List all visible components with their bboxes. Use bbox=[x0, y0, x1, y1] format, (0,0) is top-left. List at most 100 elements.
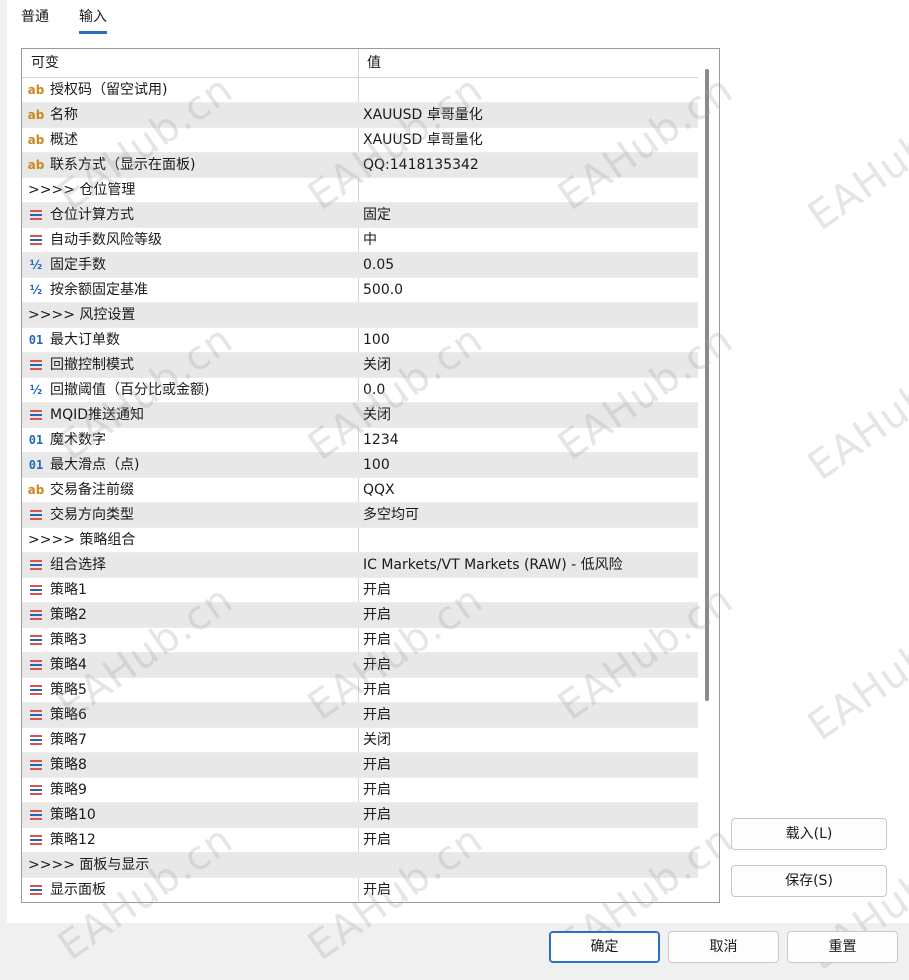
reset-button[interactable]: 重置 bbox=[787, 931, 898, 963]
grid-header: 可变 值 bbox=[22, 49, 698, 78]
parameter-row[interactable]: 策略10 开启 bbox=[22, 803, 698, 828]
parameter-row[interactable]: ½ 固定手数 0.05 bbox=[22, 253, 698, 278]
section-header-row[interactable]: >>>> 仓位管理 bbox=[22, 178, 698, 203]
save-button[interactable]: 保存(S) bbox=[731, 865, 887, 897]
integer-type-icon: 01 bbox=[28, 433, 44, 447]
parameter-value[interactable]: 开启 bbox=[363, 603, 391, 627]
parameter-row[interactable]: 策略2 开启 bbox=[22, 603, 698, 628]
parameter-row[interactable]: 01 最大滑点（点) 100 bbox=[22, 453, 698, 478]
parameter-value[interactable]: 0.05 bbox=[363, 253, 394, 277]
parameter-value[interactable]: QQ:1418135342 bbox=[363, 153, 479, 177]
parameter-row[interactable]: 策略9 开启 bbox=[22, 778, 698, 803]
parameter-row[interactable]: 组合选择 IC Markets/VT Markets (RAW) - 低风险 bbox=[22, 553, 698, 578]
parameter-name: 交易方向类型 bbox=[50, 507, 134, 523]
enum-type-icon bbox=[27, 782, 45, 798]
enum-type-icon bbox=[27, 407, 45, 423]
parameter-row[interactable]: 交易方向类型 多空均可 bbox=[22, 503, 698, 528]
parameter-row[interactable]: 01 魔术数字 1234 bbox=[22, 428, 698, 453]
column-header-value[interactable]: 值 bbox=[367, 49, 381, 77]
parameter-row[interactable]: ab 授权码（留空试用) bbox=[22, 78, 698, 103]
vertical-scrollbar[interactable] bbox=[705, 69, 709, 701]
parameter-name: 策略8 bbox=[50, 757, 87, 773]
parameter-value[interactable]: XAUUSD 卓哥量化 bbox=[363, 128, 483, 152]
parameter-row[interactable]: 01 最大订单数 100 bbox=[22, 328, 698, 353]
parameter-value[interactable]: 0.0 bbox=[363, 378, 385, 402]
parameter-name: 联系方式（显示在面板) bbox=[50, 157, 196, 173]
parameter-value[interactable]: 开启 bbox=[363, 703, 391, 727]
parameter-value[interactable]: 开启 bbox=[363, 878, 391, 902]
parameter-value[interactable]: 1234 bbox=[363, 428, 399, 452]
enum-type-icon bbox=[27, 807, 45, 823]
parameter-value[interactable]: QQX bbox=[363, 478, 395, 502]
parameter-row[interactable]: 策略12 开启 bbox=[22, 828, 698, 853]
parameter-value[interactable]: 开启 bbox=[363, 628, 391, 652]
ok-button[interactable]: 确定 bbox=[549, 931, 660, 963]
parameter-name: 自动手数风险等级 bbox=[50, 232, 162, 248]
parameter-value[interactable]: 关闭 bbox=[363, 403, 391, 427]
parameter-row[interactable]: ab 联系方式（显示在面板) QQ:1418135342 bbox=[22, 153, 698, 178]
grid-rows: ab 授权码（留空试用) ab 名称 XAUUSD 卓哥量化 ab 概述 XAUUSD 卓哥量… bbox=[22, 78, 698, 902]
parameter-value[interactable]: 100 bbox=[363, 328, 390, 352]
parameter-value[interactable]: 开启 bbox=[363, 753, 391, 777]
parameter-row[interactable]: 策略7 关闭 bbox=[22, 728, 698, 753]
tab-general[interactable]: 普通 bbox=[21, 6, 49, 34]
parameter-row[interactable]: ½ 按余额固定基准 500.0 bbox=[22, 278, 698, 303]
parameter-name: 交易备注前缀 bbox=[50, 482, 134, 498]
parameter-row[interactable]: 策略8 开启 bbox=[22, 753, 698, 778]
enum-type-icon bbox=[27, 232, 45, 248]
parameter-value[interactable]: 固定 bbox=[363, 203, 391, 227]
parameter-row[interactable]: MQID推送通知 关闭 bbox=[22, 403, 698, 428]
parameter-row[interactable]: 显示面板 开启 bbox=[22, 878, 698, 902]
integer-type-icon: 01 bbox=[28, 458, 44, 472]
parameter-row[interactable]: 策略1 开启 bbox=[22, 578, 698, 603]
enum-type-icon bbox=[27, 357, 45, 373]
parameter-value[interactable]: IC Markets/VT Markets (RAW) - 低风险 bbox=[363, 553, 623, 577]
parameter-value[interactable]: 多空均可 bbox=[363, 503, 419, 527]
parameter-value[interactable]: 开启 bbox=[363, 653, 391, 677]
column-header-variable[interactable]: 可变 bbox=[31, 49, 59, 77]
string-type-icon: ab bbox=[27, 108, 45, 122]
parameter-value[interactable]: 中 bbox=[363, 228, 377, 252]
parameter-name: 策略9 bbox=[50, 782, 87, 798]
parameter-row[interactable]: 自动手数风险等级 中 bbox=[22, 228, 698, 253]
parameter-value[interactable]: 开启 bbox=[363, 778, 391, 802]
parameter-value[interactable]: 开启 bbox=[363, 828, 391, 852]
parameter-value[interactable]: 关闭 bbox=[363, 353, 391, 377]
tab-inputs[interactable]: 输入 bbox=[79, 6, 107, 34]
parameter-row[interactable]: 策略3 开启 bbox=[22, 628, 698, 653]
parameter-name: 授权码（留空试用) bbox=[50, 82, 168, 98]
section-header-row[interactable]: >>>> 策略组合 bbox=[22, 528, 698, 553]
load-button[interactable]: 载入(L) bbox=[731, 818, 887, 850]
parameter-name: 按余额固定基准 bbox=[50, 282, 148, 298]
parameter-value[interactable]: 500.0 bbox=[363, 278, 403, 302]
parameter-value[interactable]: 开启 bbox=[363, 578, 391, 602]
parameter-value[interactable]: 100 bbox=[363, 453, 390, 477]
parameter-row[interactable]: 策略4 开启 bbox=[22, 653, 698, 678]
enum-type-icon bbox=[27, 832, 45, 848]
section-header-row[interactable]: >>>> 面板与显示 bbox=[22, 853, 698, 878]
string-type-icon: ab bbox=[27, 483, 45, 497]
parameter-value[interactable]: 开启 bbox=[363, 678, 391, 702]
parameter-row[interactable]: ab 名称 XAUUSD 卓哥量化 bbox=[22, 103, 698, 128]
inputs-grid: 可变 值 ab 授权码（留空试用) ab 名称 XAUUSD 卓哥量化 ab 概述 XAUUS… bbox=[21, 48, 720, 903]
integer-type-icon: 01 bbox=[28, 333, 44, 347]
parameter-row[interactable]: ab 概述 XAUUSD 卓哥量化 bbox=[22, 128, 698, 153]
parameter-name: 固定手数 bbox=[50, 257, 106, 273]
parameter-name: 策略2 bbox=[50, 607, 87, 623]
parameter-row[interactable]: 仓位计算方式 固定 bbox=[22, 203, 698, 228]
parameter-name: >>>> 仓位管理 bbox=[28, 182, 136, 198]
parameter-row[interactable]: ab 交易备注前缀 QQX bbox=[22, 478, 698, 503]
parameter-name: 回撤控制模式 bbox=[50, 357, 134, 373]
parameter-value[interactable]: XAUUSD 卓哥量化 bbox=[363, 103, 483, 127]
enum-type-icon bbox=[27, 732, 45, 748]
parameter-row[interactable]: 回撤控制模式 关闭 bbox=[22, 353, 698, 378]
parameter-row[interactable]: ½ 回撤阈值（百分比或金额) 0.0 bbox=[22, 378, 698, 403]
parameter-value[interactable]: 开启 bbox=[363, 803, 391, 827]
parameter-value[interactable]: 关闭 bbox=[363, 728, 391, 752]
section-header-row[interactable]: >>>> 风控设置 bbox=[22, 303, 698, 328]
parameter-row[interactable]: 策略6 开启 bbox=[22, 703, 698, 728]
parameter-row[interactable]: 策略5 开启 bbox=[22, 678, 698, 703]
parameter-name: >>>> 策略组合 bbox=[28, 532, 136, 548]
parameter-name: 策略1 bbox=[50, 582, 87, 598]
cancel-button[interactable]: 取消 bbox=[668, 931, 779, 963]
